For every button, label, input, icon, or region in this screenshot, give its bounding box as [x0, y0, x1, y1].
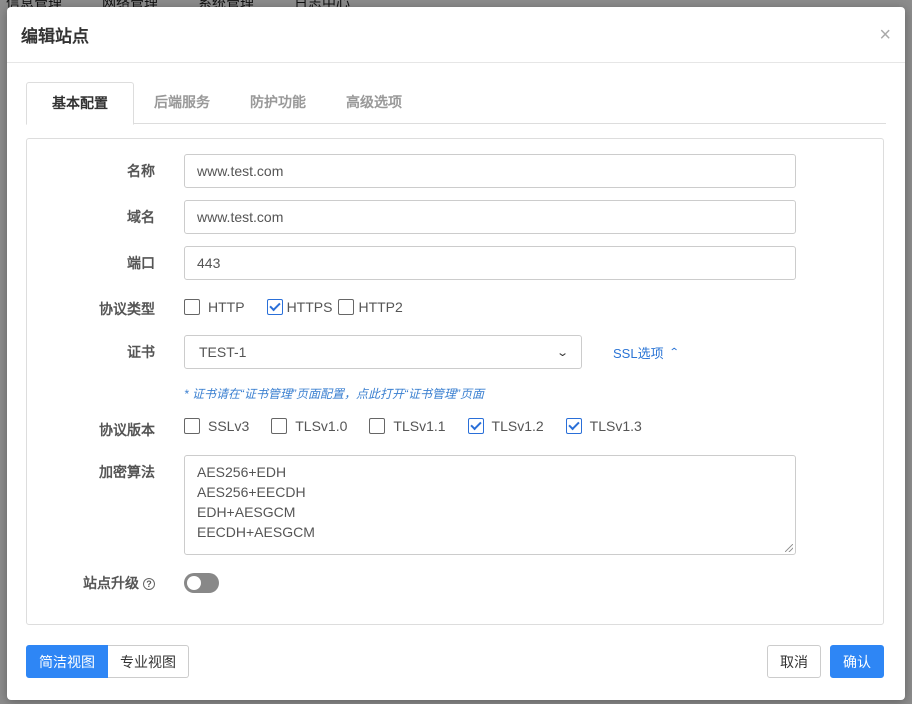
protocol-https-checkbox[interactable]: HTTPS: [266, 299, 333, 315]
chevron-up-icon: ⌃: [668, 346, 680, 358]
site-upgrade-label-wrap: 站点升级?: [27, 573, 155, 593]
cipher-line: EECDH+AESGCM: [197, 524, 315, 540]
protocol-http-checkbox[interactable]: HTTP: [184, 299, 245, 315]
cert-hint-link[interactable]: * 证书请在“证书管理”页面配置，点此打开“证书管理”页面: [184, 385, 484, 402]
resize-handle[interactable]: [785, 544, 793, 552]
protocol-type-label: 协议类型: [99, 301, 155, 317]
cipher-textarea[interactable]: AES256+EDH AES256+EECDH EDH+AESGCM EECDH…: [184, 455, 796, 555]
dialog-actions: 取消 确认: [767, 645, 884, 678]
checkbox-icon: [271, 418, 288, 434]
checkbox-label: SSLv3: [208, 418, 250, 434]
basic-config-form: 名称 www.test.com 域名 www.test.com 端口 443 协…: [26, 138, 884, 625]
checkbox-label: HTTP2: [358, 299, 403, 315]
tab-advanced-options[interactable]: 高级选项: [326, 82, 422, 124]
view-switch: 简洁视图 专业视图: [26, 645, 189, 678]
checkbox-label: HTTP: [208, 299, 245, 315]
tab-bar: 基本配置 后端服务 防护功能 高级选项: [26, 82, 886, 125]
cert-select[interactable]: TEST-1 ⌄: [184, 335, 582, 369]
name-label: 名称: [127, 163, 155, 179]
help-icon[interactable]: ?: [143, 578, 155, 591]
close-icon[interactable]: ×: [879, 25, 891, 45]
protocol-version-group: SSLv3 TLSv1.0 TLSv1.1 TLSv1.2 TLSv1.3: [184, 418, 642, 434]
modal-title: 编辑站点: [21, 27, 89, 46]
cert-label: 证书: [127, 344, 155, 360]
ssl-options-label: SSL选项: [613, 345, 664, 361]
domain-input[interactable]: www.test.com: [184, 200, 796, 234]
site-upgrade-toggle[interactable]: [184, 573, 219, 593]
chevron-down-icon: ⌄: [555, 346, 569, 359]
checkbox-checked-icon: [565, 418, 582, 434]
tlsv1-2-checkbox[interactable]: TLSv1.2: [467, 418, 544, 434]
name-input[interactable]: www.test.com: [184, 154, 796, 188]
edit-site-dialog: 编辑站点 × 基本配置 后端服务 防护功能 高级选项 名称 www.test.c…: [7, 7, 905, 700]
cert-select-value: TEST-1: [199, 344, 247, 360]
confirm-button[interactable]: 确认: [830, 645, 884, 678]
port-input[interactable]: 443: [184, 246, 796, 280]
modal-header: 编辑站点 ×: [7, 7, 905, 63]
checkbox-checked-icon: [467, 418, 484, 434]
cipher-line: AES256+EECDH: [197, 484, 306, 500]
checkbox-label: TLSv1.0: [295, 418, 348, 434]
checkbox-label: HTTPS: [286, 299, 333, 315]
site-upgrade-label: 站点升级: [83, 575, 139, 591]
cipher-line: AES256+EDH: [197, 464, 287, 480]
tab-basic-config[interactable]: 基本配置: [26, 82, 134, 125]
checkbox-icon: [338, 299, 355, 315]
checkbox-icon: [184, 299, 200, 315]
tlsv1-1-checkbox[interactable]: TLSv1.1: [369, 418, 446, 434]
port-label: 端口: [127, 255, 155, 271]
domain-label: 域名: [127, 209, 155, 225]
tlsv1-0-checkbox[interactable]: TLSv1.0: [271, 418, 347, 434]
checkbox-label: TLSv1.1: [393, 418, 446, 434]
ssl-options-link[interactable]: SSL选项 ⌃: [613, 343, 680, 362]
checkbox-icon: [184, 418, 200, 434]
protocol-type-group: HTTP HTTPS HTTP2: [184, 299, 403, 315]
pro-view-button[interactable]: 专业视图: [108, 645, 189, 678]
tab-protection[interactable]: 防护功能: [230, 82, 326, 124]
tab-backend-service[interactable]: 后端服务: [134, 82, 230, 124]
checkbox-checked-icon: [266, 299, 283, 315]
checkbox-icon: [369, 418, 386, 434]
tlsv1-3-checkbox[interactable]: TLSv1.3: [565, 418, 642, 434]
sslv3-checkbox[interactable]: SSLv3: [184, 418, 249, 434]
protocol-http2-checkbox[interactable]: HTTP2: [338, 299, 403, 315]
checkbox-label: TLSv1.3: [589, 418, 642, 434]
simple-view-button[interactable]: 简洁视图: [26, 645, 108, 678]
cipher-label: 加密算法: [99, 464, 155, 480]
cipher-line: EDH+AESGCM: [197, 504, 296, 520]
checkbox-label: TLSv1.2: [491, 418, 544, 434]
protocol-version-label: 协议版本: [99, 422, 155, 438]
cancel-button[interactable]: 取消: [767, 645, 821, 678]
